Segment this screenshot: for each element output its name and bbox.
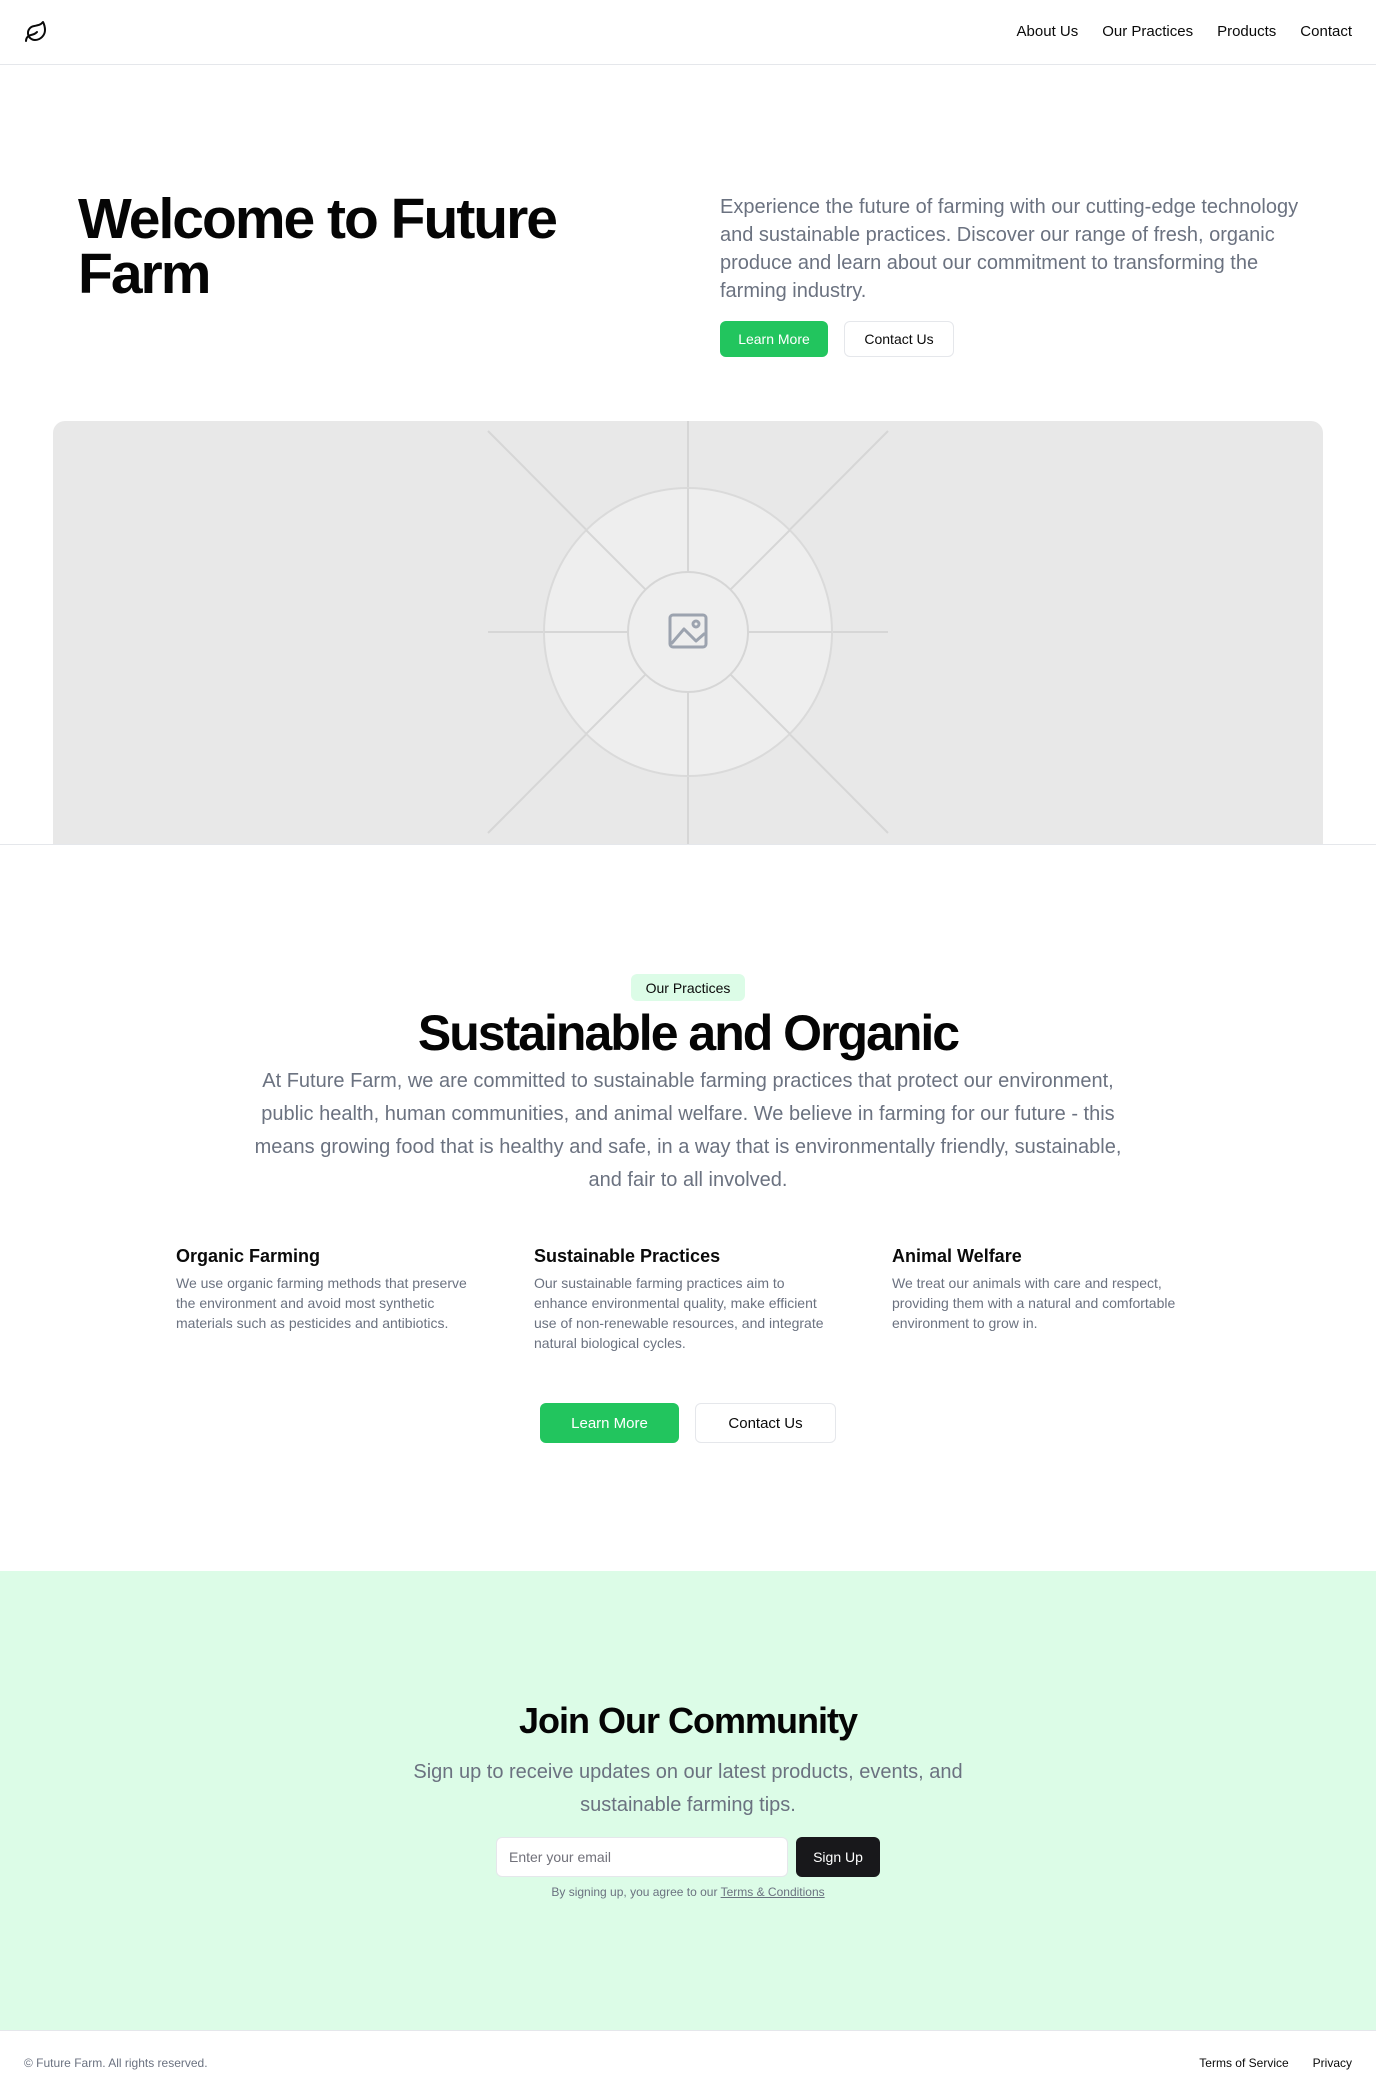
community-description: Sign up to receive updates on our latest…	[413, 1761, 963, 1816]
email-input[interactable]	[496, 1837, 788, 1877]
practices-badge: Our Practices	[631, 974, 745, 1001]
hero-image-placeholder	[53, 421, 1323, 844]
leaf-icon[interactable]	[24, 20, 48, 44]
feature-organic-farming: Organic Farming We use organic farming m…	[176, 1244, 481, 1353]
features-grid: Organic Farming We use organic farming m…	[176, 1244, 1216, 1353]
nav-contact[interactable]: Contact	[1300, 22, 1352, 42]
section-divider	[0, 844, 1376, 845]
signup-form: Sign Up	[496, 1837, 880, 1877]
feature-text: We use organic farming methods that pres…	[176, 1275, 467, 1331]
footer-nav: Terms of Service Privacy	[1199, 2055, 1352, 2071]
feature-title: Organic Farming	[176, 1246, 321, 1266]
practices-learn-more-button[interactable]: Learn More	[540, 1403, 679, 1443]
terms-note: By signing up, you agree to our Terms & …	[0, 1884, 1376, 1900]
feature-sustainable-practices: Sustainable Practices Our sustainable fa…	[534, 1244, 839, 1353]
image-placeholder-icon	[487, 421, 889, 844]
nav-about-us[interactable]: About Us	[1017, 22, 1079, 42]
footer-privacy-link[interactable]: Privacy	[1313, 2055, 1352, 2071]
feature-title: Sustainable Practices	[534, 1246, 721, 1266]
nav-products[interactable]: Products	[1217, 22, 1276, 42]
site-header: About Us Our Practices Products Contact	[0, 0, 1376, 65]
feature-animal-welfare: Animal Welfare We treat our animals with…	[892, 1244, 1197, 1353]
hero-learn-more-button[interactable]: Learn More	[720, 321, 828, 357]
hero-title: Welcome to Future Farm	[78, 187, 558, 306]
feature-text: Our sustainable farming practices aim to…	[534, 1275, 824, 1351]
site-footer: © Future Farm. All rights reserved. Term…	[0, 2030, 1376, 2094]
terms-conditions-link[interactable]: Terms & Conditions	[721, 1885, 825, 1899]
copyright-text: © Future Farm. All rights reserved.	[24, 2056, 208, 2070]
sign-up-button[interactable]: Sign Up	[796, 1837, 880, 1877]
footer-terms-of-service-link[interactable]: Terms of Service	[1199, 2055, 1288, 2071]
hero-actions: Learn More Contact Us	[720, 321, 954, 357]
practices-contact-us-button[interactable]: Contact Us	[695, 1403, 836, 1443]
practices-description: At Future Farm, we are committed to sust…	[254, 1070, 1122, 1191]
hero-contact-us-button[interactable]: Contact Us	[844, 321, 954, 357]
community-title: Join Our Community	[518, 1700, 858, 1741]
feature-title: Animal Welfare	[892, 1246, 1022, 1266]
practices-actions: Learn More Contact Us	[540, 1403, 836, 1443]
terms-prefix: By signing up, you agree to our	[551, 1885, 721, 1899]
community-section: Join Our Community Sign up to receive up…	[0, 1571, 1376, 2030]
hero-description: Experience the future of farming with ou…	[720, 196, 1299, 302]
feature-text: We treat our animals with care and respe…	[892, 1275, 1176, 1331]
main-nav: About Us Our Practices Products Contact	[1017, 22, 1352, 42]
practices-title: Sustainable and Organic	[417, 1005, 960, 1061]
nav-our-practices[interactable]: Our Practices	[1102, 22, 1193, 42]
